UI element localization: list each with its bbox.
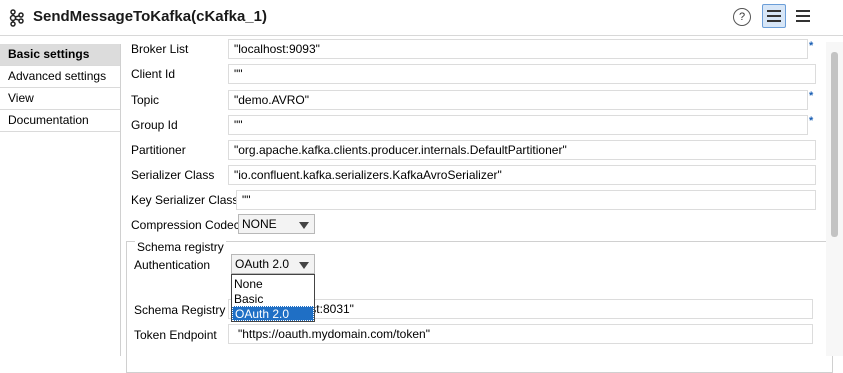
kafka-component-icon [9, 9, 24, 27]
client-id-label: Client Id [131, 67, 176, 81]
token-endpoint-input[interactable]: "https://oauth.mydomain.com/token" [228, 324, 813, 344]
partitioner-input[interactable]: "org.apache.kafka.clients.producer.inter… [228, 140, 816, 160]
tab-view[interactable]: View [0, 88, 120, 110]
serializer-class-label: Serializer Class [131, 168, 215, 182]
authentication-value: OAuth 2.0 [235, 257, 290, 271]
required-marker: * [809, 115, 814, 127]
schema-registry-url-input[interactable]: "http://localhost:8031" [228, 299, 813, 319]
detail-view-button[interactable] [791, 4, 815, 28]
window-title: SendMessageToKafka(cKafka_1) [33, 8, 267, 25]
partitioner-label: Partitioner [131, 143, 186, 157]
token-endpoint-label: Token Endpoint [134, 328, 217, 342]
required-marker: * [809, 40, 814, 52]
dropdown-option-basic[interactable]: Basic [232, 292, 314, 307]
authentication-dropdown-list: None Basic OAuth 2.0 [231, 274, 315, 322]
broker-list-input[interactable]: "localhost:9093" [228, 39, 808, 59]
chevron-down-icon [299, 222, 309, 229]
key-serializer-class-label: Key Serializer Class [131, 193, 239, 207]
tab-basic-settings[interactable]: Basic settings [0, 44, 120, 66]
schema-registry-title: Schema registry [135, 240, 226, 254]
broker-list-label: Broker List [131, 42, 189, 56]
topic-label: Topic [131, 93, 160, 107]
tab-documentation[interactable]: Documentation [0, 110, 120, 132]
dropdown-option-oauth[interactable]: OAuth 2.0 [232, 306, 314, 321]
compression-codec-label: Compression Codec [131, 218, 240, 232]
authentication-select[interactable]: OAuth 2.0 [231, 254, 315, 274]
tab-advanced-settings[interactable]: Advanced settings [0, 66, 120, 88]
chevron-down-icon [299, 262, 309, 269]
compression-codec-value: NONE [242, 217, 277, 231]
scrollbar-thumb[interactable] [831, 52, 838, 237]
client-id-input[interactable]: "" [228, 64, 816, 84]
dropdown-option-none[interactable]: None [232, 277, 314, 292]
compression-codec-select[interactable]: NONE [238, 214, 315, 234]
group-id-input[interactable]: "" [228, 115, 808, 135]
group-id-label: Group Id [131, 118, 178, 132]
serializer-class-input[interactable]: "io.confluent.kafka.serializers.KafkaAvr… [228, 165, 816, 185]
settings-sidebar: Basic settings Advanced settings View Do… [0, 44, 121, 356]
topic-input[interactable]: "demo.AVRO" [228, 90, 808, 110]
list-view-button[interactable] [762, 4, 786, 28]
required-marker: * [809, 90, 814, 102]
help-icon[interactable]: ? [733, 8, 751, 26]
title-bar: SendMessageToKafka(cKafka_1) ? [0, 0, 843, 36]
key-serializer-class-input[interactable]: "" [236, 190, 816, 210]
authentication-label: Authentication [134, 258, 211, 272]
